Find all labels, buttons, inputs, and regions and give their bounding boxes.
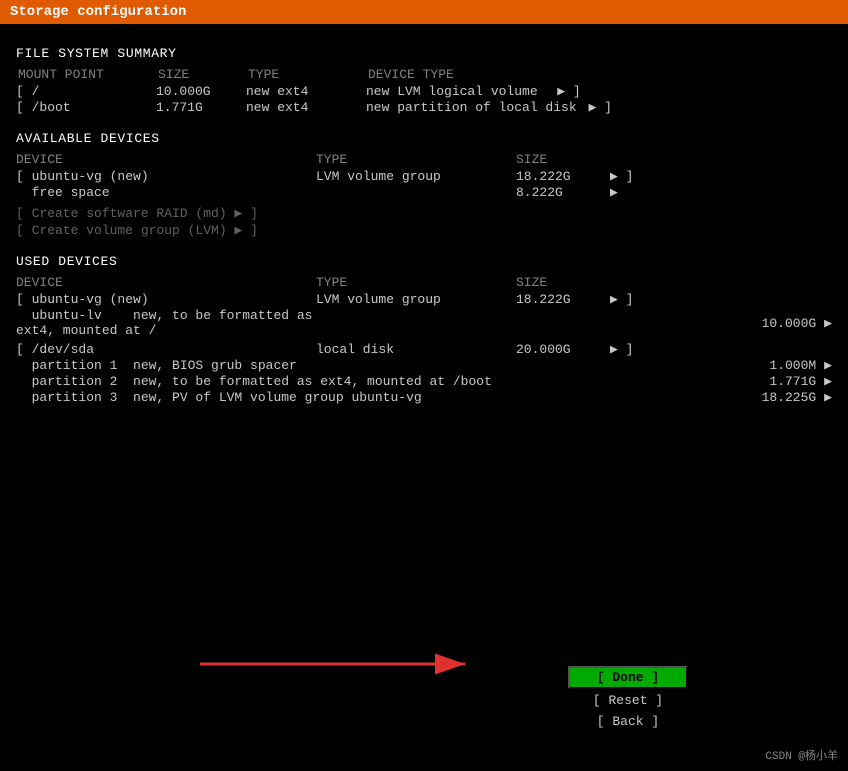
fs-table-header: MOUNT POINT SIZE TYPE DEVICE TYPE bbox=[16, 67, 832, 82]
create-raid-link[interactable]: [ Create software RAID (md) ▶ ] bbox=[16, 206, 832, 221]
avail-row-ubuntu-vg[interactable]: [ ubuntu-vg (new) LVM volume group 18.22… bbox=[16, 169, 832, 184]
avail-col-device: DEVICE bbox=[16, 152, 316, 167]
fs-col-size: SIZE bbox=[158, 67, 248, 82]
reset-button[interactable]: [ Reset ] bbox=[568, 691, 688, 710]
avail-devices-header: AVAILABLE DEVICES bbox=[16, 131, 832, 146]
used-row-partition1[interactable]: partition 1 new, BIOS grub spacer 1.000M… bbox=[16, 358, 832, 373]
bottom-buttons: [ Done ] [ Reset ] [ Back ] bbox=[568, 666, 688, 731]
fs-row-root[interactable]: [ / 10.000G new ext4 new LVM logical vol… bbox=[16, 84, 832, 99]
used-col-type: TYPE bbox=[316, 275, 516, 290]
watermark: CSDN @杨小羊 bbox=[765, 747, 838, 763]
used-row-partition3[interactable]: partition 3 new, PV of LVM volume group … bbox=[16, 390, 832, 405]
arrow-indicator bbox=[200, 649, 480, 679]
fs-summary-header: FILE SYSTEM SUMMARY bbox=[16, 46, 832, 61]
fs-row-boot[interactable]: [ /boot 1.771G new ext4 new partition of… bbox=[16, 100, 832, 115]
avail-table-header: DEVICE TYPE SIZE bbox=[16, 152, 832, 167]
create-lvm-link[interactable]: [ Create volume group (LVM) ▶ ] bbox=[16, 223, 832, 238]
fs-col-devtype: DEVICE TYPE bbox=[368, 67, 454, 82]
used-row-ubuntu-lv[interactable]: ubuntu-lv new, to be formatted as ext4, … bbox=[16, 308, 832, 338]
done-button[interactable]: [ Done ] bbox=[568, 666, 688, 689]
action-links: [ Create software RAID (md) ▶ ] [ Create… bbox=[16, 206, 832, 238]
used-devices-header: USED DEVICES bbox=[16, 254, 832, 269]
avail-col-type: TYPE bbox=[316, 152, 516, 167]
used-row-ubuntu-vg[interactable]: [ ubuntu-vg (new) LVM volume group 18.22… bbox=[16, 292, 832, 307]
used-row-partition2[interactable]: partition 2 new, to be formatted as ext4… bbox=[16, 374, 832, 389]
title-label: Storage configuration bbox=[10, 4, 186, 20]
used-col-size: SIZE bbox=[516, 275, 606, 290]
fs-col-mount: MOUNT POINT bbox=[18, 67, 158, 82]
used-table-header: DEVICE TYPE SIZE bbox=[16, 275, 832, 290]
used-row-sda[interactable]: [ /dev/sda local disk 20.000G ▶ ] bbox=[16, 342, 832, 357]
title-bar: Storage configuration bbox=[0, 0, 848, 24]
avail-row-free-space[interactable]: free space 8.222G ▶ bbox=[16, 185, 832, 200]
back-button[interactable]: [ Back ] bbox=[568, 712, 688, 731]
fs-col-type: TYPE bbox=[248, 67, 368, 82]
used-col-device: DEVICE bbox=[16, 275, 316, 290]
avail-col-size: SIZE bbox=[516, 152, 606, 167]
